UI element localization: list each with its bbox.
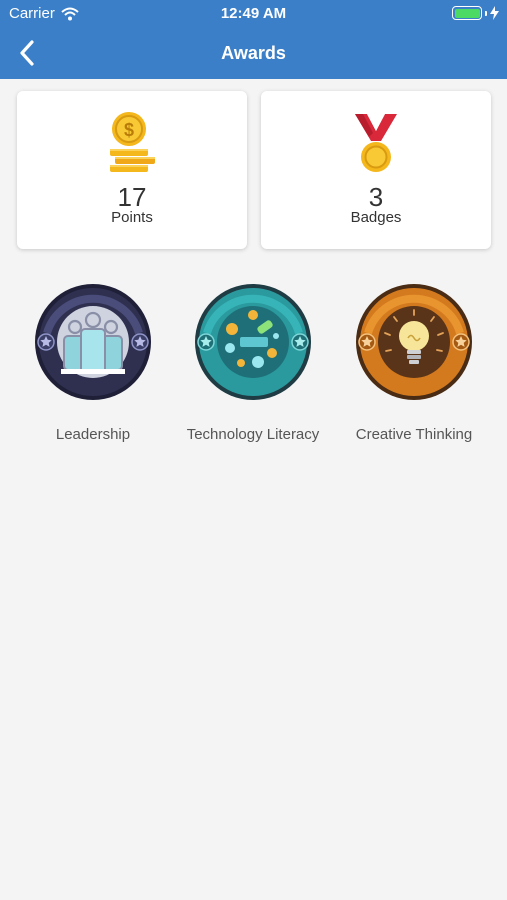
battery-icon <box>452 6 482 20</box>
badges-label: Badges <box>350 209 402 226</box>
coin-stack-icon: $ <box>17 111 247 175</box>
badge-creative-thinking-label: Creative Thinking <box>355 426 473 443</box>
lightbulb-badge-icon <box>356 284 472 400</box>
points-label: Points <box>111 209 153 226</box>
badge-creative-thinking[interactable]: Creative Thinking <box>334 283 494 443</box>
status-bar: Carrier 12:49 AM <box>0 0 507 28</box>
status-time: 12:49 AM <box>220 5 287 22</box>
technology-badge-icon <box>195 284 311 400</box>
navigation-bar: Awards <box>0 28 507 79</box>
points-card[interactable]: $ 17 Points <box>17 91 247 249</box>
badge-technology-literacy[interactable]: Technology Literacy <box>173 283 333 443</box>
page-title: Awards <box>221 43 286 63</box>
badges-card[interactable]: 3 Badges <box>261 91 491 249</box>
medal-icon <box>261 111 491 175</box>
svg-text:$: $ <box>124 120 134 140</box>
battery-indicator <box>452 6 499 20</box>
badge-leadership-label: Leadership <box>55 426 131 443</box>
charging-bolt-icon <box>490 6 499 20</box>
badge-technology-literacy-label: Technology Literacy <box>186 426 320 443</box>
badge-leadership[interactable]: Leadership <box>13 283 173 443</box>
leadership-badge-icon <box>35 284 151 400</box>
